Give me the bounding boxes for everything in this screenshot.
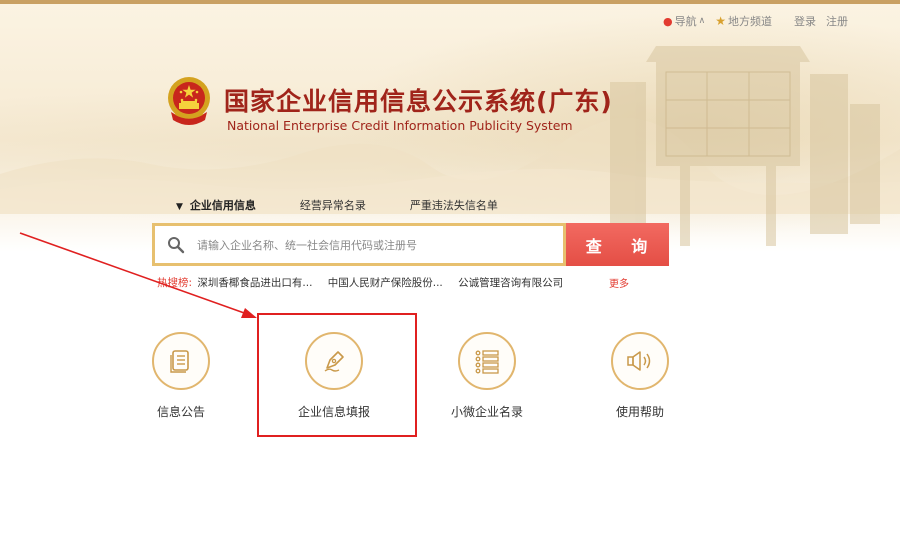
feature-icon-circle [152, 332, 210, 390]
tab-abnormal-list[interactable]: 经营异常名录 [300, 197, 366, 213]
feature-info-notice[interactable]: 信息公告 [121, 332, 241, 420]
search-input[interactable] [195, 232, 559, 259]
feature-icon-circle [611, 332, 669, 390]
triangle-down-icon: ▼ [176, 202, 183, 212]
nav-label: 导航 [674, 15, 697, 28]
feature-label: 小微企业名录 [450, 405, 523, 419]
feature-small-business-list[interactable]: 小微企业名录 [427, 332, 547, 420]
location-pin-icon: ● [663, 14, 673, 28]
document-icon [170, 350, 189, 373]
hot-search-item[interactable]: 中国人民财产保险股份... [328, 277, 443, 289]
more-link[interactable]: 更多 [609, 275, 629, 290]
speaker-icon [627, 351, 651, 371]
hot-search-bar: 热搜榜: 深圳香椰食品进出口有... 中国人民财产保险股份... 公诚管理咨询有… [157, 275, 575, 290]
tab-dishonest-list[interactable]: 严重违法失信名单 [410, 197, 498, 213]
feature-icon-circle [458, 332, 516, 390]
search-box [152, 223, 566, 266]
page-title: 国家企业信用信息公示系统(广东) [224, 87, 613, 116]
tab-label: 企业信用信息 [189, 199, 256, 212]
list-icon [475, 350, 499, 374]
annotation-highlight-box [257, 313, 417, 437]
login-link[interactable]: 登录 [794, 13, 816, 29]
national-emblem-icon [168, 77, 210, 125]
search-icon [168, 237, 185, 254]
page-subtitle: National Enterprise Credit Information P… [227, 118, 573, 133]
tab-credit-info[interactable]: ▼ 企业信用信息 [176, 197, 256, 213]
hot-search-item[interactable]: 公诚管理咨询有限公司 [458, 277, 563, 289]
search-tabs: ▼ 企业信用信息 经营异常名录 严重违法失信名单 [176, 197, 542, 213]
local-channel-label: 地方频道 [728, 15, 772, 28]
search-button[interactable]: 查 询 [566, 223, 669, 266]
hot-search-label: 热搜榜: [157, 277, 193, 289]
chevron-up-icon: ∧ [698, 16, 706, 26]
local-channel-link[interactable]: ★ 地方频道 [715, 13, 772, 29]
feature-label: 使用帮助 [615, 405, 664, 419]
star-icon: ★ [715, 14, 726, 28]
feature-label: 信息公告 [156, 405, 205, 419]
nav-menu[interactable]: ● 导航 ∧ [663, 13, 705, 29]
register-link[interactable]: 注册 [826, 13, 848, 29]
page: ● 导航 ∧ ★ 地方频道 登录 注册 国家企业信用信息公示系统(广东) Nat… [0, 0, 900, 542]
feature-help[interactable]: 使用帮助 [580, 332, 700, 420]
hot-search-item[interactable]: 深圳香椰食品进出口有... [197, 277, 312, 289]
top-navigation: ● 导航 ∧ ★ 地方频道 登录 注册 [663, 13, 848, 29]
